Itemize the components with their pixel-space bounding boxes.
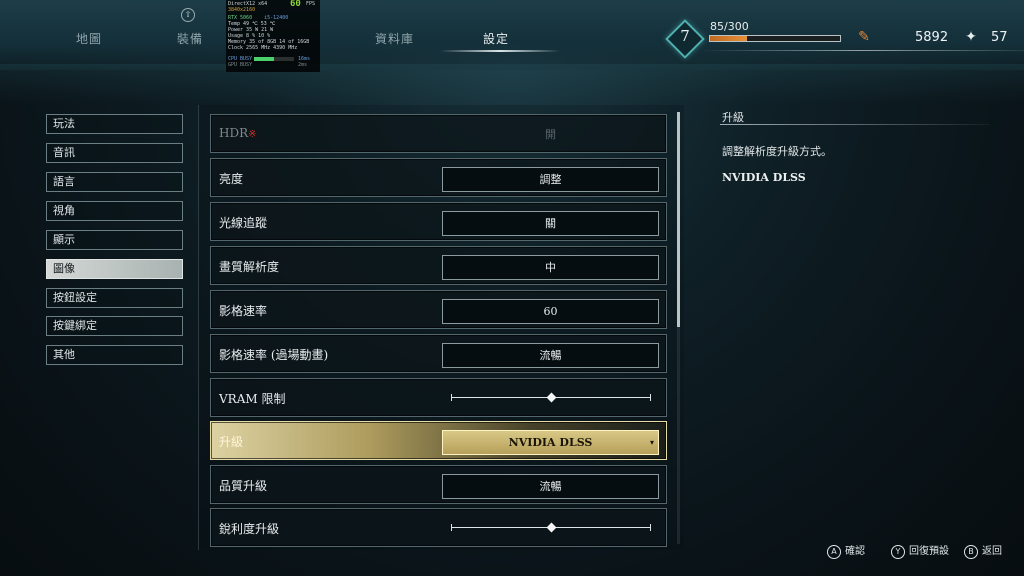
overlay-cpu-busy-bar	[254, 57, 294, 61]
active-tab-underline	[440, 50, 560, 52]
setting-row-brightness[interactable]: 亮度 調整	[210, 158, 667, 197]
sidebar-item-gameplay[interactable]: 玩法	[46, 114, 183, 134]
y-button-icon: Y	[891, 544, 905, 559]
description-title: 升級	[722, 111, 744, 124]
setting-label: 影格速率 (過場動畫)	[219, 348, 329, 362]
brightness-adjust-button[interactable]: 調整	[442, 167, 659, 192]
sidebar-item-button-settings[interactable]: 按鈕設定	[46, 288, 183, 308]
tab-settings[interactable]: 設定	[483, 30, 509, 47]
setting-value[interactable]: 中	[442, 255, 659, 280]
top-bar-glow	[0, 64, 1024, 104]
xp-bar-fill	[710, 36, 747, 41]
setting-row-upscaling[interactable]: 升級 NVIDIA DLSS ▾	[210, 421, 667, 460]
confirm-hint[interactable]: A 確認	[827, 544, 865, 560]
setting-label: HDR※	[219, 126, 257, 140]
restore-defaults-hint[interactable]: Y 回復預設	[891, 544, 949, 560]
vram-limit-slider[interactable]	[451, 392, 651, 403]
tab-equipment[interactable]: 裝備	[177, 30, 203, 47]
overlay-fps-unit: FPS	[306, 1, 316, 7]
setting-row-quality-upscaling[interactable]: 品質升級 流暢	[210, 465, 667, 504]
sidebar-item-display[interactable]: 顯示	[46, 230, 183, 250]
nav-shortcut-icon: ⇧	[181, 8, 195, 22]
sparkle-icon: ✦	[965, 29, 977, 45]
sidebar-item-other[interactable]: 其他	[46, 345, 183, 365]
feather-icon: ✎	[858, 29, 870, 45]
upscaling-dropdown[interactable]: NVIDIA DLSS ▾	[442, 430, 659, 455]
setting-row-hdr[interactable]: HDR※ 開	[210, 114, 667, 153]
b-button-icon: B	[964, 544, 978, 559]
item-count: 57	[991, 30, 1008, 45]
tab-map[interactable]: 地圖	[76, 30, 102, 47]
sidebar-item-language[interactable]: 語言	[46, 172, 183, 192]
setting-label: 畫質解析度	[219, 260, 280, 274]
description-divider	[720, 124, 990, 125]
setting-row-vram-limit[interactable]: VRAM 限制	[210, 378, 667, 417]
setting-value[interactable]: 流暢	[442, 343, 659, 368]
tab-database[interactable]: 資料庫	[375, 30, 414, 47]
setting-label: 升級	[219, 435, 244, 449]
sidebar-item-graphics[interactable]: 圖像	[46, 259, 183, 279]
player-level: 7	[680, 27, 690, 45]
overlay-gpu-busy-value: 2ms	[298, 62, 308, 68]
setting-row-sharpness-upscaling[interactable]: 銳利度升級	[210, 508, 667, 547]
setting-row-frame-rate-cutscene[interactable]: 影格速率 (過場動畫) 流暢	[210, 334, 667, 373]
back-hint[interactable]: B 返回	[964, 544, 1002, 560]
setting-row-frame-rate[interactable]: 影格速率 60	[210, 290, 667, 329]
setting-value[interactable]: 60	[442, 299, 659, 324]
sidebar-item-audio[interactable]: 音訊	[46, 143, 183, 163]
sidebar-item-camera[interactable]: 視角	[46, 201, 183, 221]
sidebar-item-key-bindings[interactable]: 按鍵綁定	[46, 316, 183, 336]
hint-label: 確認	[845, 546, 865, 557]
setting-label: VRAM 限制	[219, 392, 286, 406]
slider-handle[interactable]	[546, 522, 556, 533]
overlay-gpu-busy-label: GPU BUSY	[228, 62, 253, 68]
setting-value: 開	[545, 128, 556, 141]
overlay-line: Clock 2565 MHz 4390 MHz	[228, 45, 298, 51]
description-body: 調整解析度升級方式。	[722, 145, 832, 158]
hint-label: 返回	[982, 546, 1002, 557]
sharpness-slider[interactable]	[451, 522, 651, 533]
hud-divider	[700, 50, 1024, 51]
xp-bar	[709, 35, 841, 42]
xp-text: 85/300	[710, 20, 749, 33]
setting-label: 銳利度升級	[219, 522, 280, 536]
gold-count: 5892	[915, 30, 949, 45]
overlay-resolution: 3840x2160	[228, 7, 256, 13]
setting-label: 品質升級	[219, 479, 268, 493]
setting-label: 亮度	[219, 172, 244, 186]
a-button-icon: A	[827, 544, 841, 559]
overlay-fps: 60	[290, 0, 301, 9]
setting-row-ray-tracing[interactable]: 光線追蹤 關	[210, 202, 667, 241]
performance-overlay: DirectX12 x64 3840x2160 60 FPS RTX 5060 …	[226, 0, 320, 72]
chevron-down-icon: ▾	[649, 438, 654, 447]
setting-label: 光線追蹤	[219, 216, 268, 230]
setting-value[interactable]: 流暢	[442, 474, 659, 499]
setting-value[interactable]: 關	[442, 211, 659, 236]
description-current-value: NVIDIA DLSS	[722, 171, 806, 184]
slider-handle[interactable]	[546, 392, 556, 403]
setting-label: 影格速率	[219, 304, 268, 318]
hint-label: 回復預設	[909, 546, 949, 557]
setting-row-resolution-quality[interactable]: 畫質解析度 中	[210, 246, 667, 285]
scrollbar-thumb[interactable]	[677, 112, 680, 327]
